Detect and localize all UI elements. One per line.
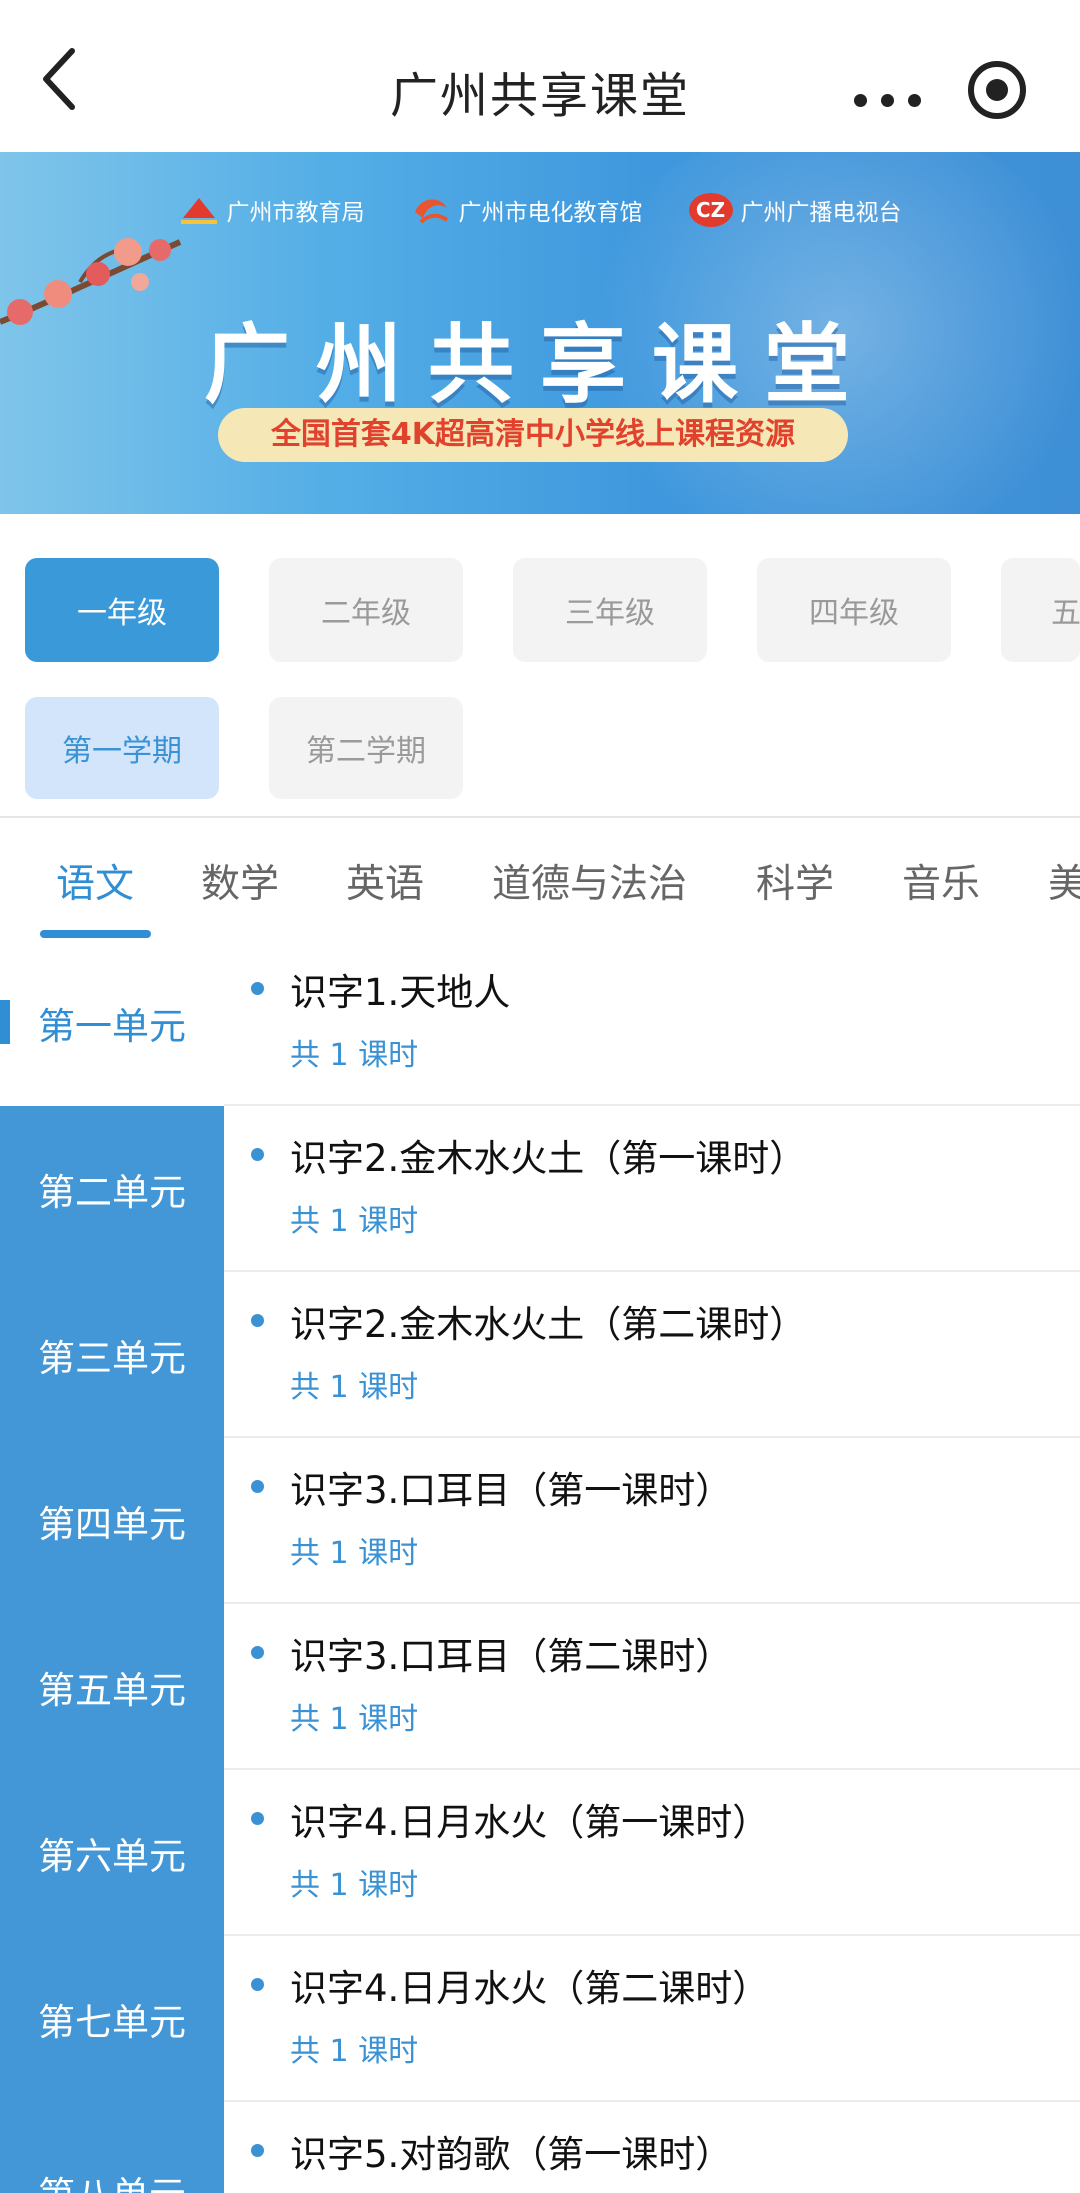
- banner-title: 广州共享课堂: [204, 315, 876, 415]
- bullet-dot-icon: [251, 1812, 264, 1825]
- term-chip-2[interactable]: 第二学期: [269, 697, 463, 799]
- lesson-title: 识字2.金木水火土（第二课时）: [290, 1303, 807, 1346]
- unit-item-7[interactable]: 第七单元: [0, 1936, 224, 2102]
- grade-chip-5[interactable]: 五: [1001, 558, 1080, 662]
- lesson-count: 共 1 课时: [290, 1204, 419, 1239]
- tab-math[interactable]: 数学: [201, 853, 279, 909]
- bullet-dot-icon: [251, 1480, 264, 1493]
- lesson-title: 识字5.对韵歌（第一课时）: [290, 2133, 733, 2176]
- lesson-title: 识字3.口耳目（第一课时）: [290, 1469, 733, 1512]
- more-button[interactable]: [846, 60, 956, 130]
- unit-item-6[interactable]: 第六单元: [0, 1770, 224, 1936]
- bullet-dot-icon: [251, 1646, 264, 1659]
- bullet-dot-icon: [251, 982, 264, 995]
- lesson-count: 共 1 课时: [290, 1038, 419, 1073]
- grade-chip-3[interactable]: 三年级: [513, 558, 707, 662]
- lesson-title: 识字3.口耳目（第二课时）: [290, 1635, 733, 1678]
- logo-label: 广州市教育局: [226, 200, 365, 226]
- unit-item-3[interactable]: 第三单元: [0, 1272, 224, 1438]
- tab-chinese[interactable]: 语文: [56, 853, 134, 909]
- lesson-item[interactable]: 识字5.对韵歌（第一课时）: [224, 2102, 1080, 2193]
- lesson-item[interactable]: 识字4.日月水火（第二课时） 共 1 课时: [224, 1936, 1080, 2102]
- lesson-item[interactable]: 识字2.金木水火土（第二课时） 共 1 课时: [224, 1272, 1080, 1438]
- logo-audio-visual-center: 广州市电化教育馆: [411, 192, 643, 228]
- lesson-count: 共 1 课时: [290, 1370, 419, 1405]
- logo-education-bureau: 广州市教育局: [179, 192, 365, 228]
- unit-item-8[interactable]: 第八单元: [0, 2102, 224, 2193]
- lesson-title: 识字1.天地人: [290, 971, 511, 1014]
- tab-morality-law[interactable]: 道德与法治: [492, 853, 687, 909]
- tab-science[interactable]: 科学: [756, 853, 834, 909]
- unit-item-1[interactable]: 第一单元: [0, 940, 224, 1106]
- section-divider: [0, 816, 1080, 818]
- tab-art[interactable]: 美: [1048, 853, 1080, 909]
- lesson-title: 识字2.金木水火土（第一课时）: [290, 1137, 807, 1180]
- logo-label: 广州市电化教育馆: [458, 200, 643, 226]
- lesson-count: 共 1 课时: [290, 1868, 419, 1903]
- bullet-dot-icon: [251, 1314, 264, 1327]
- active-unit-marker: [0, 1000, 10, 1044]
- unit-item-4[interactable]: 第四单元: [0, 1438, 224, 1604]
- bullet-dot-icon: [251, 1978, 264, 1991]
- tab-english[interactable]: 英语: [346, 853, 424, 909]
- bullet-dot-icon: [251, 2144, 264, 2157]
- lesson-title: 识字4.日月水火（第一课时）: [290, 1801, 770, 1844]
- lesson-count: 共 1 课时: [290, 2034, 419, 2069]
- unit-item-5[interactable]: 第五单元: [0, 1604, 224, 1770]
- partner-logos: 广州市教育局 广州市电化教育馆 CZ 广州广播电视台: [0, 192, 1080, 228]
- education-bureau-logo-icon: [180, 198, 217, 224]
- lesson-count: 共 1 课时: [290, 1536, 419, 1571]
- lesson-title: 识字4.日月水火（第二课时）: [290, 1967, 770, 2010]
- active-tab-indicator: [40, 930, 151, 938]
- audio-visual-center-logo-icon: [414, 199, 448, 224]
- term-chip-1[interactable]: 第一学期: [25, 697, 219, 799]
- grade-chip-1[interactable]: 一年级: [25, 558, 219, 662]
- record-target-icon[interactable]: [968, 61, 1026, 119]
- lesson-item[interactable]: 识字1.天地人 共 1 课时: [224, 940, 1080, 1106]
- grade-chip-2[interactable]: 二年级: [269, 558, 463, 662]
- lesson-item[interactable]: 识字2.金木水火土（第一课时） 共 1 课时: [224, 1106, 1080, 1272]
- hero-banner: 广州市教育局 广州市电化教育馆 CZ 广州广播电视台 广州共享课堂 全国首套4K…: [0, 152, 1080, 514]
- unit-item-2[interactable]: 第二单元: [0, 1106, 224, 1272]
- tab-music[interactable]: 音乐: [902, 853, 980, 909]
- lesson-item[interactable]: 识字4.日月水火（第一课时） 共 1 课时: [224, 1770, 1080, 1936]
- nav-bar: 广州共享课堂: [0, 0, 1080, 152]
- banner-subtitle: 全国首套4K超高清中小学线上课程资源: [218, 408, 848, 462]
- bullet-dot-icon: [251, 1148, 264, 1161]
- grade-chip-4[interactable]: 四年级: [757, 558, 951, 662]
- logo-label: 广州广播电视台: [740, 200, 902, 226]
- lesson-item[interactable]: 识字3.口耳目（第一课时） 共 1 课时: [224, 1438, 1080, 1604]
- cz-logo-icon: CZ: [688, 193, 733, 227]
- logo-broadcast-station: CZ 广州广播电视台: [688, 192, 902, 228]
- lesson-item[interactable]: 识字3.口耳目（第二课时） 共 1 课时: [224, 1604, 1080, 1770]
- lesson-count: 共 1 课时: [290, 1702, 419, 1737]
